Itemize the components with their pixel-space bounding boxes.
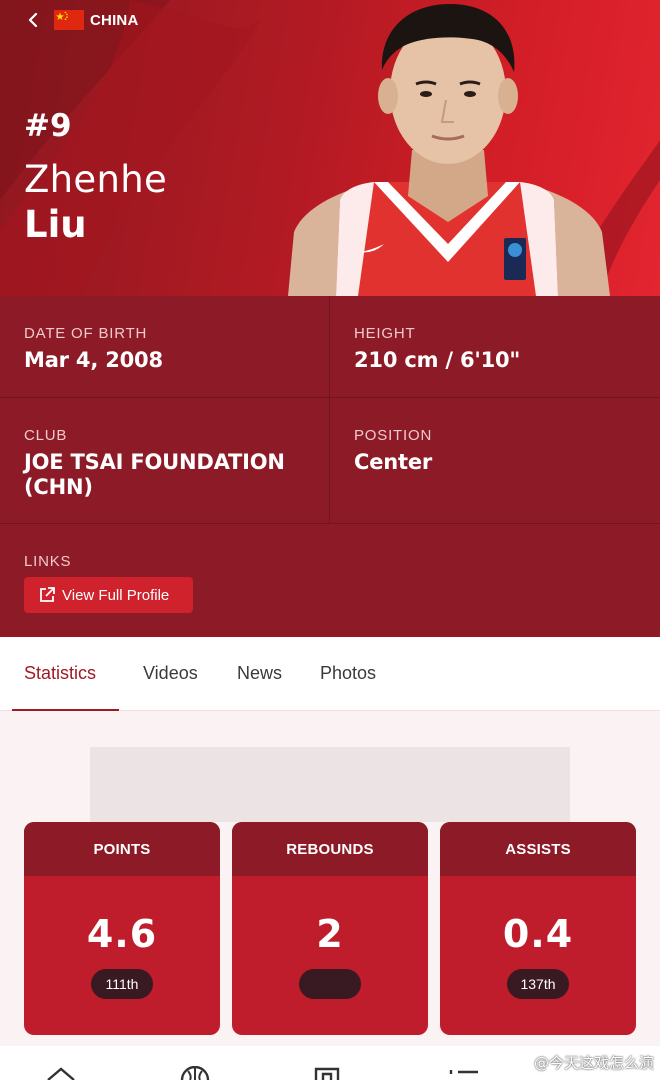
tab-photos[interactable]: Photos: [320, 663, 376, 684]
dob-label: DATE OF BIRTH: [24, 325, 148, 342]
active-tab-indicator: [12, 709, 119, 711]
basketball-icon[interactable]: [180, 1066, 210, 1080]
tab-statistics[interactable]: Statistics: [24, 663, 96, 684]
points-rank-badge: 111th: [91, 969, 153, 999]
player-info-panel: DATE OF BIRTH Mar 4, 2008 HEIGHT 210 cm …: [0, 296, 660, 637]
club-value-line1: JOE TSAI FOUNDATION: [24, 450, 285, 474]
dob-value: Mar 4, 2008: [24, 348, 163, 372]
height-label: HEIGHT: [354, 325, 416, 342]
jersey-number: #9: [24, 108, 72, 144]
back-button[interactable]: [28, 9, 46, 31]
tab-bar: Statistics Videos News Photos: [0, 637, 660, 711]
watermark: @今天这戏怎么演: [533, 1054, 654, 1072]
country-name[interactable]: CHINA: [90, 12, 139, 29]
points-label: POINTS: [24, 822, 220, 876]
divider: [0, 523, 660, 524]
ad-placeholder: [90, 747, 570, 822]
position-label: POSITION: [354, 427, 433, 444]
divider: [0, 397, 660, 398]
external-link-icon: [40, 587, 55, 602]
club-cell: CLUB JOE TSAI FOUNDATION (CHN): [0, 427, 285, 500]
links-cell: LINKS: [0, 553, 71, 570]
tab-news[interactable]: News: [237, 663, 282, 684]
club-value-line2: (CHN): [24, 475, 93, 499]
assists-rank-badge: 137th: [507, 969, 569, 999]
player-photo: [288, 4, 610, 296]
points-card: POINTS 4.6 111th: [24, 822, 220, 1035]
home-icon[interactable]: [46, 1066, 76, 1080]
top-bar: CHINA: [28, 8, 139, 32]
player-last-name: Liu: [24, 203, 87, 246]
assists-value: 0.4: [502, 912, 574, 956]
points-value: 4.6: [86, 912, 158, 956]
view-full-profile-label: View Full Profile: [62, 586, 170, 604]
club-label: CLUB: [24, 427, 68, 444]
height-value: 210 cm / 6'10": [354, 348, 521, 372]
links-label: LINKS: [24, 553, 72, 570]
china-flag-icon: [54, 10, 84, 30]
tab-videos[interactable]: Videos: [143, 663, 198, 684]
dob-cell: DATE OF BIRTH Mar 4, 2008: [0, 325, 163, 373]
assists-label: ASSISTS: [440, 822, 636, 876]
view-full-profile-button[interactable]: View Full Profile: [24, 577, 193, 613]
rebounds-card: REBOUNDS 2: [232, 822, 428, 1035]
rebounds-value: 2: [316, 912, 344, 956]
rebounds-label: REBOUNDS: [232, 822, 428, 876]
height-cell: HEIGHT 210 cm / 6'10": [330, 325, 520, 373]
bracket-icon[interactable]: [314, 1066, 340, 1080]
chevron-left-icon: [28, 13, 38, 27]
player-first-name: Zhenhe: [24, 158, 168, 201]
rebounds-rank-badge: [299, 969, 361, 999]
player-hero: CHINA #9 Zhenhe Liu: [0, 0, 660, 296]
assists-card: ASSISTS 0.4 137th: [440, 822, 636, 1035]
position-value: Center: [354, 450, 433, 474]
list-icon[interactable]: [448, 1068, 480, 1080]
position-cell: POSITION Center: [330, 427, 432, 475]
